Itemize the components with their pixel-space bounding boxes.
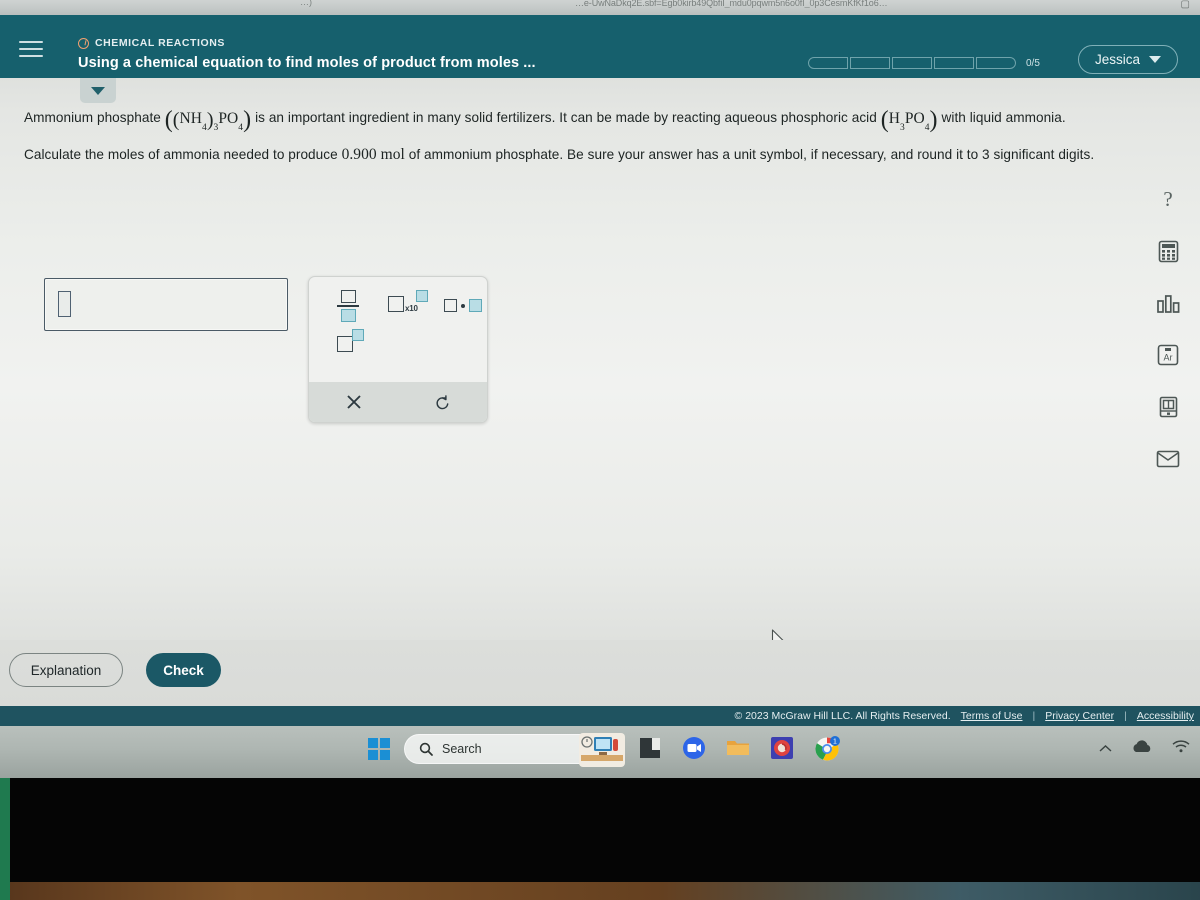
tray-wifi-icon[interactable] [1172,740,1190,756]
user-menu-button[interactable]: Jessica [1077,45,1178,74]
chrome-badge-count: 1 [833,739,837,746]
calculator-icon[interactable] [1155,238,1181,264]
action-bar: Explanation Check [0,640,1200,706]
accessibility-link[interactable]: Accessibility [1137,710,1194,722]
left-operand-box [444,299,457,313]
question-line3: and round it to 3 significant digits. [890,146,1095,162]
fraction-button[interactable] [337,290,359,322]
windows-start-icon[interactable] [368,738,390,760]
progress-segment [850,57,890,69]
exponent-box [415,289,428,302]
question-line1a: Ammonium phosphate [24,110,161,125]
bookmark-icon[interactable]: ▢ [1181,0,1190,10]
question-line1c: with [941,110,966,125]
taskbar-chrome-icon[interactable]: 1 [812,734,842,764]
progress-segment [808,57,848,69]
taskbar-file-explorer-icon[interactable] [636,734,666,764]
reference-book-icon[interactable] [1155,394,1181,420]
desktop-wallpaper-strip [0,882,1200,900]
help-icon[interactable]: ? [1155,186,1181,212]
bar-chart-icon[interactable] [1155,290,1181,316]
progress-segments [808,57,1016,69]
footer-separator: | [1124,710,1127,722]
question-value: 0.900 mol [341,145,405,163]
formula-phosphoric-acid: (H3PO4) [880,107,938,134]
math-palette-grid: x10 [309,277,487,377]
progress-segment [892,57,932,69]
sub-po4: 4 [924,123,930,134]
base-box [337,335,353,352]
help-question-mark: ? [1163,186,1173,211]
x10-label: x10 [405,304,418,313]
right-operand-box [469,299,482,313]
category-label: CHEMICAL REACTIONS [95,37,225,49]
taskbar-folder-icon[interactable] [724,734,754,764]
progress-indicator: 0/5 [808,57,1040,69]
app-header: CHEMICAL REACTIONS Using a chemical equa… [0,15,1200,78]
mantissa-box [388,295,404,312]
screen-left-edge-strip [0,778,10,900]
tool-rail: ? Ar [1150,186,1186,472]
screen: …) …e-UwNaDkq2E.sbf=Egb0kirb49QbfiI_mdu0… [0,0,1200,900]
desktop-background [0,778,1200,900]
fraction-numerator-box [340,290,356,303]
check-button[interactable]: Check [146,653,221,687]
math-palette-actions [309,382,487,422]
chevron-down-icon [91,86,105,95]
question-line2b: of ammonium phosphate. Be sure your answ… [408,146,887,162]
close-x-icon[interactable] [309,382,398,422]
taskbar-zoom-icon[interactable] [680,734,710,764]
tray-onedrive-cloud-icon[interactable] [1132,740,1152,756]
taskbar-photos-icon[interactable] [768,734,798,764]
periodic-symbol-text: Ar [1164,353,1173,363]
progress-label: 0/5 [1026,57,1040,69]
windows-taskbar: Search 1 [0,726,1200,778]
user-name-label: Jessica [1094,52,1140,67]
alo-chemistry-icon [78,37,89,49]
copyright-text: © 2023 McGraw Hill LLC. All Rights Reser… [734,710,951,722]
fraction-denominator-box [340,308,356,322]
question-text: Ammonium phosphate ((NH4)3PO4) is an imp… [24,100,1099,170]
footer-separator: | [1032,710,1036,722]
taskbar-search-box[interactable]: Search [404,733,625,767]
periodic-table-icon[interactable]: Ar [1155,342,1181,368]
hamburger-menu-icon[interactable] [19,41,43,57]
taskbar-search-placeholder: Search [442,742,482,756]
terms-of-use-link[interactable]: Terms of Use [961,710,1023,722]
math-palette: x10 [308,276,488,423]
taskbar-widgets-icon[interactable] [579,733,625,767]
question-panel: Ammonium phosphate ((NH4)3PO4) is an imp… [0,78,1200,650]
progress-segment [976,57,1016,69]
superscript-button[interactable] [337,328,365,353]
browser-left-fragment: …) [300,0,312,7]
formula-ammonium-phosphate: ((NH4)3PO4) [164,107,252,134]
power-box [352,328,364,341]
page-title: Using a chemical equation to find moles … [78,55,536,71]
multiplication-dot-icon [461,303,465,308]
scientific-notation-button[interactable]: x10 [388,289,429,313]
site-footer: © 2023 McGraw Hill LLC. All Rights Reser… [0,706,1200,726]
message-envelope-icon[interactable] [1155,446,1181,472]
browser-chrome-sliver: …) …e-UwNaDkq2E.sbf=Egb0kirb49QbfiI_mdu0… [0,0,1200,15]
browser-address-bar[interactable]: …e-UwNaDkq2E.sbf=Egb0kirb49QbfiI_mdu0pqw… [575,0,888,8]
sub-3: 3 [213,123,219,134]
search-icon [419,742,433,756]
explanation-button[interactable]: Explanation [9,653,123,687]
undo-icon[interactable] [398,382,487,422]
taskbar-items: Search 1 [368,733,842,767]
sub-h3: 3 [900,123,905,134]
category-row: CHEMICAL REACTIONS [78,37,225,49]
progress-segment [934,57,974,69]
question-line1b: is an important ingredient in many solid… [255,110,877,125]
tray-chevron-up-icon[interactable] [1099,741,1112,756]
system-tray [1099,740,1190,756]
answer-placeholder-box [58,291,71,317]
chevron-down-icon [1149,56,1161,63]
answer-input[interactable] [44,278,288,331]
multiplication-dot-button[interactable] [444,297,482,315]
privacy-center-link[interactable]: Privacy Center [1045,710,1114,722]
fraction-bar [337,305,359,307]
